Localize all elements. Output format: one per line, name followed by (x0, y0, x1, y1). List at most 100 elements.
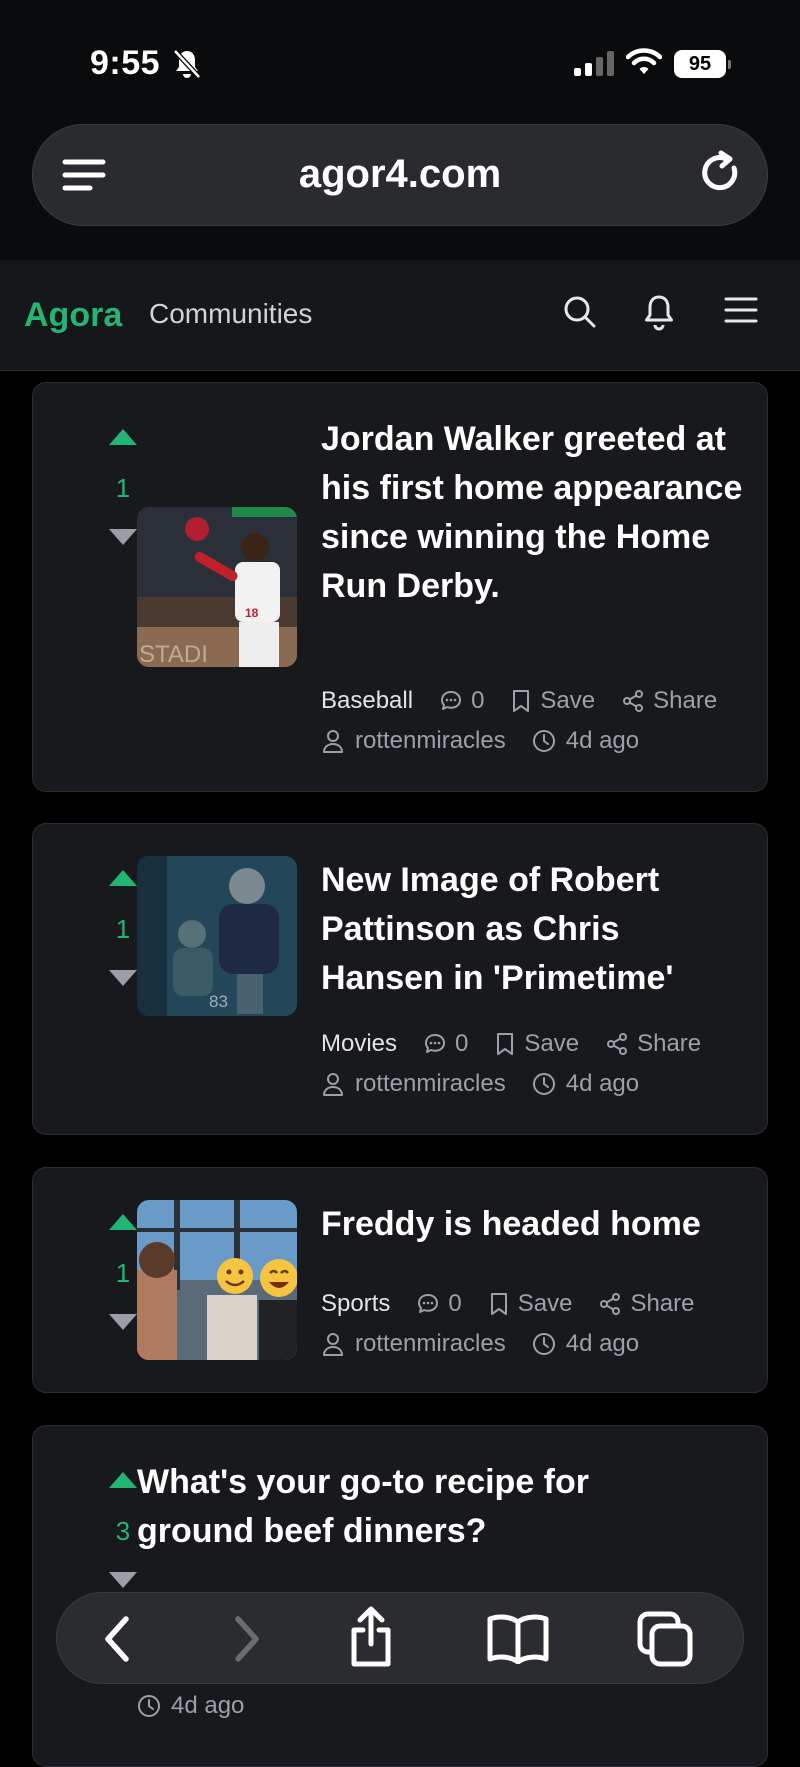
save-button[interactable]: Save (510, 687, 595, 715)
post-thumbnail[interactable]: 83 (137, 856, 297, 1016)
user-icon (323, 1073, 343, 1096)
url-text[interactable]: agor4.com (32, 152, 768, 197)
upvote-button[interactable] (109, 429, 137, 445)
post-meta: Sports 0 Save Share (321, 1290, 720, 1318)
post-age: 4d ago (532, 1330, 639, 1358)
post-age: 4d ago (137, 1692, 244, 1720)
bell-icon[interactable] (641, 292, 677, 332)
post-byline: rottenmiracles 4d ago (321, 1070, 665, 1098)
comment-icon (418, 1294, 439, 1313)
signal-icon (574, 50, 614, 76)
upvote-button[interactable] (109, 1472, 137, 1488)
save-button[interactable]: Save (494, 1030, 579, 1058)
author-link[interactable]: rottenmiracles (321, 727, 506, 755)
downvote-button[interactable] (109, 970, 137, 986)
status-bar: 9:55 95 (0, 0, 800, 120)
comments-link[interactable]: 0 (416, 1290, 462, 1318)
thumbnail-watermark: 83 (209, 992, 228, 1011)
tabs-icon[interactable] (636, 1610, 696, 1668)
bookmarks-icon[interactable] (486, 1612, 550, 1664)
save-label: Save (524, 1030, 580, 1057)
share-icon (607, 1033, 628, 1055)
post-byline: rottenmiracles 4d ago (321, 1330, 665, 1358)
bell-off-icon (173, 49, 201, 79)
post-category[interactable]: Movies (321, 1030, 397, 1058)
clock-icon (532, 1333, 555, 1355)
battery-indicator: 95 (674, 50, 731, 78)
save-label: Save (540, 687, 596, 714)
post-thumbnail[interactable] (137, 1200, 297, 1360)
clock-icon (532, 730, 555, 752)
save-button[interactable]: Save (488, 1290, 573, 1318)
save-label: Save (517, 1290, 573, 1317)
post-title[interactable]: Jordan Walker greeted at his first home … (321, 415, 751, 611)
share-icon (600, 1293, 621, 1315)
comment-icon (441, 691, 462, 710)
upvote-button[interactable] (109, 870, 137, 886)
clock-icon (532, 1073, 555, 1095)
downvote-button[interactable] (109, 1572, 137, 1588)
bookmark-icon (497, 1033, 514, 1055)
upvote-button[interactable] (109, 1214, 137, 1230)
age-text: 4d ago (171, 1692, 245, 1719)
post-meta: Movies 0 Save Share (321, 1030, 727, 1058)
comment-count: 0 (471, 687, 485, 714)
post-thumbnail[interactable]: 18 STADI (137, 507, 297, 667)
downvote-button[interactable] (109, 1314, 137, 1330)
share-sheet-icon[interactable] (346, 1606, 396, 1668)
share-icon (623, 690, 644, 712)
search-icon[interactable] (562, 294, 598, 330)
bookmark-icon (490, 1293, 507, 1315)
reload-icon[interactable] (700, 150, 744, 198)
comment-icon (425, 1034, 446, 1053)
share-label: Share (630, 1290, 695, 1317)
author-link[interactable]: rottenmiracles (321, 1070, 506, 1098)
user-icon (323, 730, 343, 753)
comments-link[interactable]: 0 (423, 1030, 468, 1058)
author-name: rottenmiracles (355, 1330, 506, 1357)
user-icon (323, 1333, 343, 1356)
svg-text:STADI: STADI (139, 641, 208, 667)
address-bar[interactable]: agor4.com (32, 124, 768, 226)
post-title[interactable]: Freddy is headed home (321, 1200, 751, 1249)
share-button[interactable]: Share (598, 1290, 694, 1318)
svg-text:18: 18 (245, 606, 259, 620)
back-icon[interactable] (98, 1614, 138, 1664)
age-text: 4d ago (565, 1330, 640, 1357)
post-card[interactable]: 1 83 New Image of Robert Pattinson as Ch… (32, 823, 768, 1135)
brand-logo[interactable]: Agora (24, 296, 122, 335)
share-label: Share (637, 1030, 702, 1057)
forward-icon[interactable] (226, 1614, 266, 1664)
share-button[interactable]: Share (621, 687, 717, 715)
author-name: rottenmiracles (355, 1070, 506, 1097)
author-name: rottenmiracles (355, 727, 506, 754)
post-title[interactable]: New Image of Robert Pattinson as Chris H… (321, 856, 751, 1003)
post-meta: Baseball 0 Save Share (321, 687, 743, 715)
status-time: 9:55 (90, 44, 161, 82)
post-age: 4d ago (532, 1070, 639, 1098)
post-byline: 4d ago (137, 1692, 270, 1720)
hamburger-icon[interactable] (724, 296, 758, 324)
clock-icon (138, 1695, 160, 1717)
post-title[interactable]: What's your go-to recipe for ground beef… (137, 1458, 677, 1556)
downvote-button[interactable] (109, 529, 137, 545)
author-link[interactable]: rottenmiracles (321, 1330, 506, 1358)
bookmark-icon (513, 690, 530, 712)
browser-toolbar (56, 1592, 744, 1684)
post-category[interactable]: Sports (321, 1290, 390, 1318)
age-text: 4d ago (565, 727, 640, 754)
comments-link[interactable]: 0 (439, 687, 484, 715)
post-card[interactable]: 1 Freddy is headed home Sports 0 Save Sh… (32, 1167, 768, 1393)
post-card[interactable]: 1 18 STADI Jordan Walker greeted at his … (32, 382, 768, 792)
post-byline: rottenmiracles 4d ago (321, 727, 665, 755)
communities-link[interactable]: Communities (149, 298, 312, 330)
share-label: Share (653, 687, 718, 714)
comment-count: 0 (455, 1030, 469, 1057)
comment-count: 0 (448, 1290, 462, 1317)
browser-bar: agor4.com (0, 110, 800, 260)
wifi-icon (626, 48, 662, 74)
post-age: 4d ago (532, 727, 639, 755)
share-button[interactable]: Share (605, 1030, 701, 1058)
age-text: 4d ago (565, 1070, 640, 1097)
post-category[interactable]: Baseball (321, 687, 413, 715)
